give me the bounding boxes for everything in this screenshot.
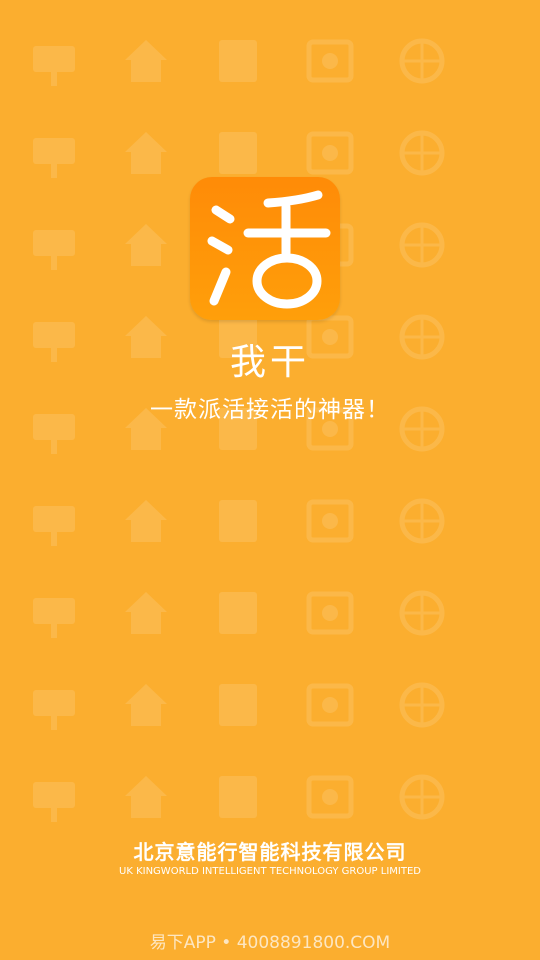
pacman-icon: [27, 586, 81, 640]
house-icon: [395, 126, 449, 180]
lab-flask-icon: [303, 770, 357, 824]
skyscraper-icon: [211, 494, 265, 548]
link-icon: [119, 218, 173, 272]
slogan: 一款派活接活的神器！: [150, 397, 390, 423]
robot-icon: [27, 770, 81, 824]
building-icon: [27, 218, 81, 272]
finish-line-icon: [119, 126, 173, 180]
download-site-watermark: 易下APP • 4008891800.COM: [149, 933, 391, 953]
flag-icon: [303, 34, 357, 88]
app-name: 我干: [229, 342, 310, 383]
safe-icon: [119, 586, 173, 640]
company-name-chinese: 北京意能行智能科技有限公司: [133, 840, 407, 864]
company-name-english: UK KINGWORLD INTELLIGENT TECHNOLOGY GROU…: [119, 866, 421, 877]
globe-icon: [119, 770, 173, 824]
id-card-icon: [27, 678, 81, 732]
checkered-flag-icon: [27, 126, 81, 180]
photo-frame-icon: [211, 34, 265, 88]
car-icon: [211, 586, 265, 640]
app-logo: [190, 177, 340, 320]
bell-icon: [395, 678, 449, 732]
bandage-icon: [395, 586, 449, 640]
card-icon: [303, 586, 357, 640]
factory-icon: [303, 494, 357, 548]
photo-frame-icon: [119, 34, 173, 88]
lightbulb-icon: [395, 770, 449, 824]
huo-character-logo-icon: [207, 190, 331, 309]
trophy-icon: [303, 126, 357, 180]
clapperboard-icon: [395, 494, 449, 548]
document-icon: [395, 218, 449, 272]
podium-icon: [211, 126, 265, 180]
alert-icon: [211, 678, 265, 732]
signboard-icon: [27, 34, 81, 88]
network-icon: [27, 494, 81, 548]
bell-icon: [303, 678, 357, 732]
flag-icon: [395, 34, 449, 88]
map-icon: [119, 494, 173, 548]
globe-stand-icon: [211, 770, 265, 824]
warning-icon: [119, 678, 173, 732]
